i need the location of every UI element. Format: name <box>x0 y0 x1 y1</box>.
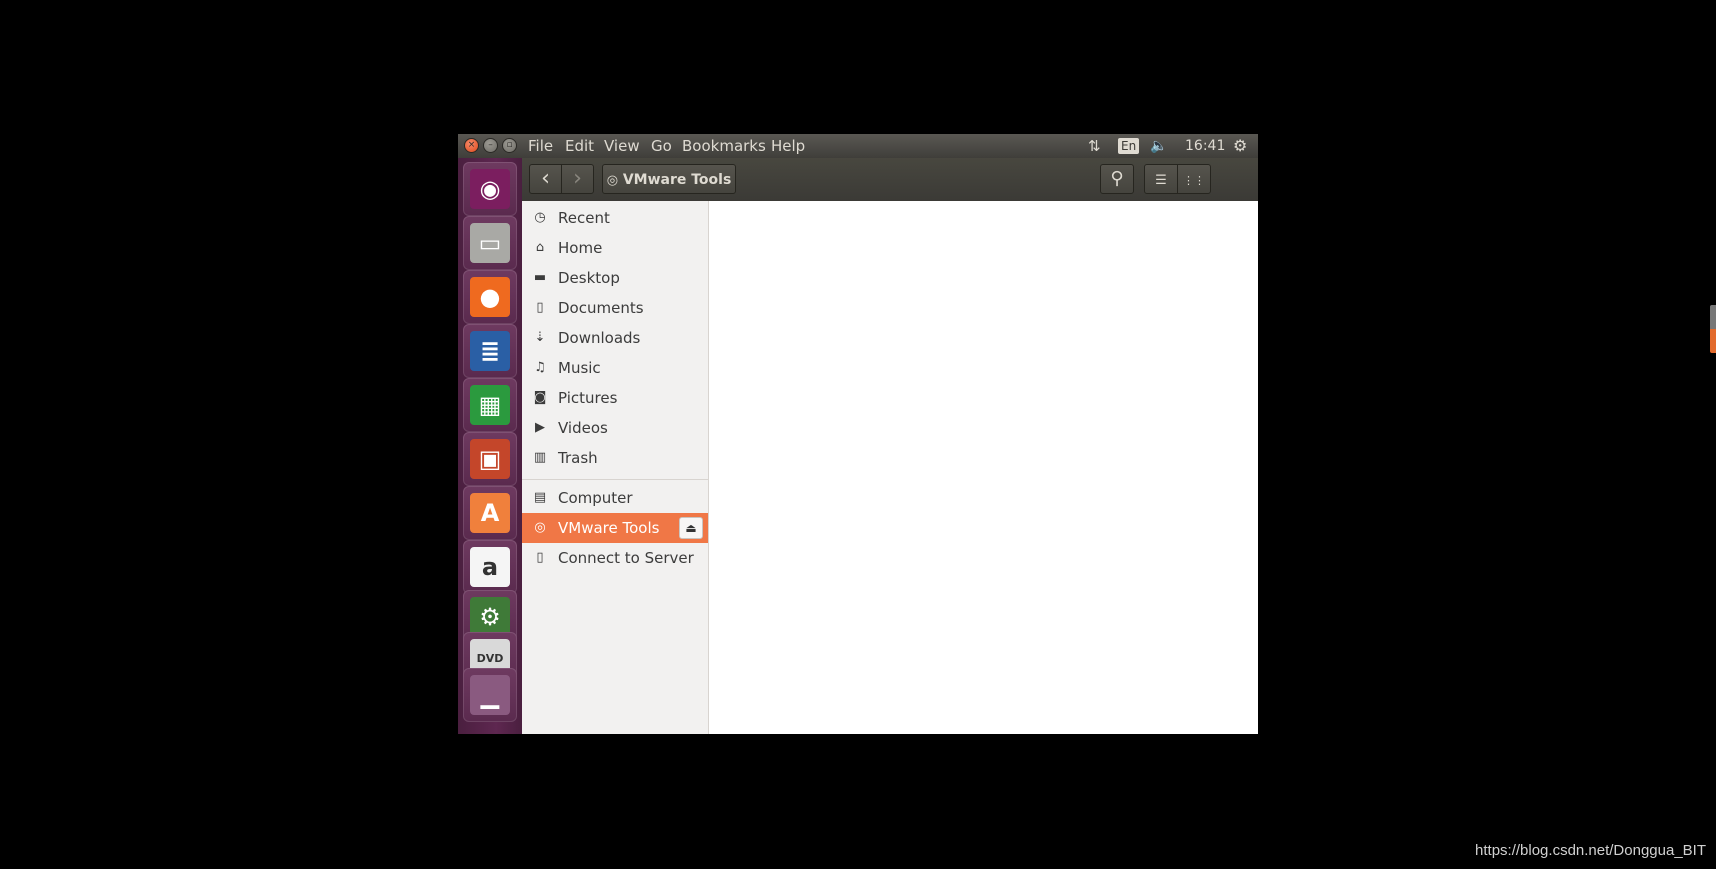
sidebar-item-label: Pictures <box>558 389 618 407</box>
connect-to-server-icon: ▯ <box>536 550 544 565</box>
sidebar-item-label: Downloads <box>558 329 641 347</box>
disc-icon: ◎ <box>606 173 619 188</box>
launcher-item[interactable]: ● <box>463 270 517 324</box>
chevron-left-icon: ‹ <box>541 166 550 191</box>
watermark-text: https://blog.csdn.net/Donggua_BIT <box>1475 842 1706 859</box>
eject-icon[interactable]: ⏏ <box>679 517 703 539</box>
downloads-icon: ⇣ <box>534 330 546 345</box>
search-button[interactable]: ⚲ <box>1100 164 1134 194</box>
sidebar-item-trash[interactable]: ▥ Trash <box>522 443 708 473</box>
file-manager-window: × – ▫ File Edit View Go Bookmarks Help ⇅… <box>458 134 1258 734</box>
trash-icon: ▥ <box>533 450 547 465</box>
vmware-tools-icon: ◎ <box>534 520 546 535</box>
window-minimize-button[interactable]: – <box>483 138 498 153</box>
sidebar-item-label: Computer <box>558 489 633 507</box>
search-icon: ⚲ <box>1110 168 1124 189</box>
launcher-item[interactable]: ▁ <box>463 668 517 722</box>
sidebar-item-label: VMware Tools <box>558 519 660 537</box>
menu-help[interactable]: Help <box>771 137 805 155</box>
sidebar-item-computer[interactable]: ▤ Computer <box>522 483 708 513</box>
clock[interactable]: 16:41 <box>1185 136 1225 156</box>
sidebar-item-downloads[interactable]: ⇣ Downloads <box>522 323 708 353</box>
sidebar-item-label: Trash <box>558 449 598 467</box>
sidebar-item-home[interactable]: ⌂ Home <box>522 233 708 263</box>
edge-handle[interactable] <box>1710 305 1716 353</box>
sidebar-item-documents[interactable]: ▯ Documents <box>522 293 708 323</box>
sidebar-item-label: Recent <box>558 209 610 227</box>
launcher-item[interactable]: ▦ <box>463 378 517 432</box>
impress-icon: ▣ <box>470 439 510 479</box>
sidebar-item-desktop[interactable]: ▬ Desktop <box>522 263 708 293</box>
window-maximize-button[interactable]: ▫ <box>502 138 517 153</box>
network-icon[interactable]: ⇅ <box>1088 136 1101 156</box>
recent-icon: ◷ <box>534 210 546 225</box>
documents-icon: ▯ <box>536 300 544 315</box>
launcher-item[interactable]: A <box>463 486 517 540</box>
path-bar-label: VMware Tools <box>622 172 732 188</box>
keyboard-language-indicator[interactable]: En <box>1118 138 1140 154</box>
sidebar-item-music[interactable]: ♫ Music <box>522 353 708 383</box>
grid-view-icon: ⋮⋮ <box>1183 174 1205 187</box>
sidebar-item-label: Videos <box>558 419 608 437</box>
menu-edit[interactable]: Edit <box>565 137 594 155</box>
sidebar-item-videos[interactable]: ▶ Videos <box>522 413 708 443</box>
launcher-item[interactable]: ◉ <box>463 162 517 216</box>
settings-icon[interactable]: ⚙ <box>1233 136 1247 156</box>
menu-file[interactable]: File <box>528 137 553 155</box>
computer-icon: ▤ <box>533 490 547 505</box>
launcher-item[interactable]: ▭ <box>463 216 517 270</box>
system-settings-icon: ⚙ <box>470 597 510 637</box>
places-sidebar: ◷ Recent ⌂ Home ▬ Desktop ▯ Documents ⇣ Downloads… <box>522 201 709 734</box>
music-icon: ♫ <box>534 360 546 375</box>
forward-button[interactable]: › <box>561 164 594 194</box>
sidebar-item-label: Documents <box>558 299 644 317</box>
sidebar-item-label: Home <box>558 239 603 257</box>
firefox-icon: ● <box>470 277 510 317</box>
grid-view-button[interactable]: ⋮⋮ <box>1177 164 1211 194</box>
amazon-icon: a <box>470 547 510 587</box>
software-center-icon: A <box>470 493 510 533</box>
sidebar-item-label: Connect to Server <box>558 549 694 567</box>
menu-view[interactable]: View <box>604 137 640 155</box>
sidebar-item-label: Desktop <box>558 269 620 287</box>
sound-icon[interactable]: 🔈 <box>1150 136 1167 156</box>
pictures-icon: ◙ <box>533 390 547 405</box>
sidebar-item-label: Music <box>558 359 601 377</box>
header-toolbar: ‹ › ◎ VMware Tools ⚲ ☰ ⋮⋮ <box>522 158 1258 202</box>
launcher-item[interactable]: ≣ <box>463 324 517 378</box>
sidebar-item-connect-to-server[interactable]: ▯ Connect to Server <box>522 543 708 573</box>
window-close-button[interactable]: × <box>464 138 479 153</box>
path-bar-button[interactable]: ◎ VMware Tools <box>602 164 736 194</box>
home-icon: ⌂ <box>535 240 545 255</box>
sidebar-separator <box>522 479 708 480</box>
writer-icon: ≣ <box>470 331 510 371</box>
back-button[interactable]: ‹ <box>529 164 562 194</box>
launcher-item[interactable]: ▣ <box>463 432 517 486</box>
list-view-icon: ☰ <box>1155 173 1167 188</box>
menu-go[interactable]: Go <box>651 137 672 155</box>
videos-icon: ▶ <box>535 420 545 435</box>
list-view-button[interactable]: ☰ <box>1144 164 1178 194</box>
sidebar-item-vmware-tools[interactable]: ◎ VMware Tools ⏏ <box>522 513 708 543</box>
file-view-area[interactable] <box>709 201 1258 734</box>
menu-bookmarks[interactable]: Bookmarks <box>682 137 766 155</box>
launcher-item[interactable]: a <box>463 540 517 594</box>
chevron-right-icon: › <box>573 166 582 191</box>
desktop-icon: ▬ <box>533 270 547 285</box>
sidebar-item-pictures[interactable]: ◙ Pictures <box>522 383 708 413</box>
ubuntu-dash-icon: ◉ <box>470 169 510 209</box>
top-menu-bar: × – ▫ File Edit View Go Bookmarks Help ⇅… <box>458 134 1258 158</box>
sidebar-item-recent[interactable]: ◷ Recent <box>522 203 708 233</box>
calc-icon: ▦ <box>470 385 510 425</box>
files-icon: ▭ <box>470 223 510 263</box>
unity-launcher: ◉ ▭ ● ≣ ▦ ▣ Aa ⚙ DVD ▁ <box>458 158 522 734</box>
trash-icon: ▁ <box>470 675 510 715</box>
